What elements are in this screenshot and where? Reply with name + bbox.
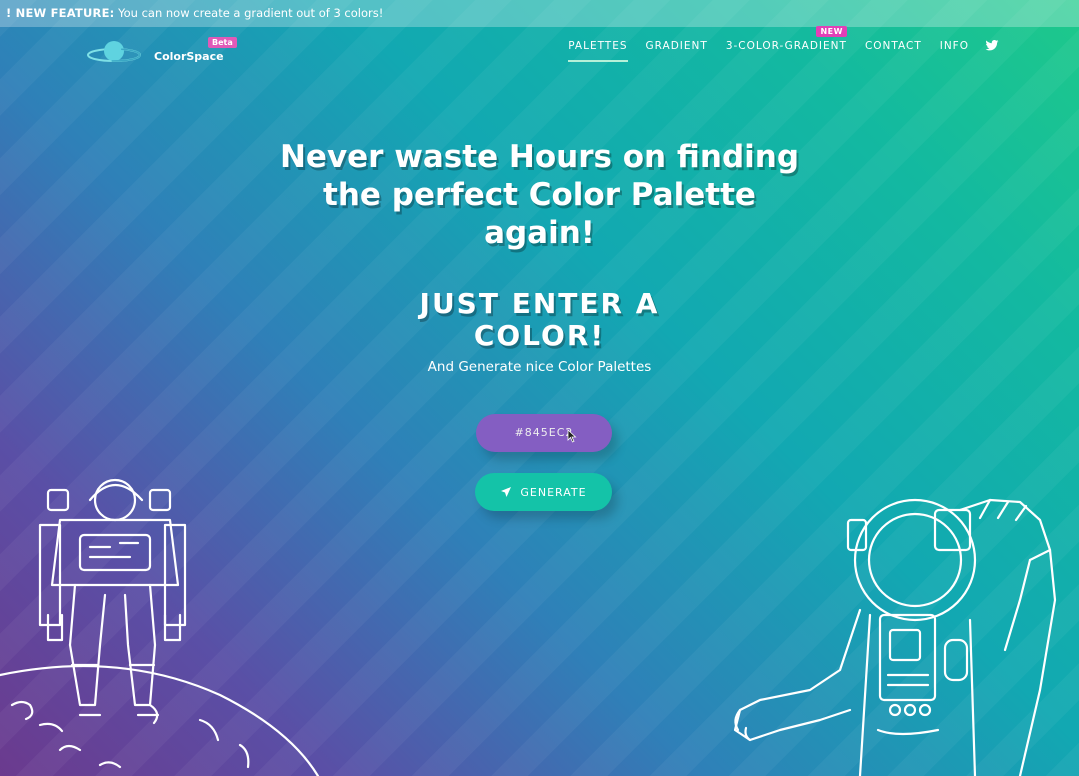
- planet-icon: [87, 41, 141, 62]
- nav-item-label: 3-COLOR-GRADIENT: [725, 40, 847, 52]
- nav-item-3-color-gradient[interactable]: 3-COLOR-GRADIENT NEW: [725, 26, 847, 62]
- banner-text: You can now create a gradient out of 3 c…: [118, 6, 384, 20]
- hero-line: the perfect Color Palette: [323, 177, 756, 213]
- nav-item-palettes[interactable]: PALETTES: [568, 40, 628, 62]
- mouse-cursor-icon: [567, 429, 577, 443]
- generate-label: GENERATE: [520, 485, 587, 499]
- sub-title-line: JUST ENTER A: [419, 287, 660, 320]
- banner-label: ! NEW FEATURE:: [6, 6, 115, 20]
- page: ! NEW FEATURE: You can now create a grad…: [0, 0, 1079, 776]
- nav-item-info[interactable]: INFO: [940, 40, 969, 62]
- hero-line: Never waste Hours on finding: [279, 139, 800, 175]
- astronaut-waving-illustration: [733, 498, 1057, 776]
- beta-badge: Beta: [208, 37, 237, 48]
- brand-logo[interactable]: ColorSpace Beta: [86, 35, 246, 71]
- brand-name: ColorSpace: [154, 50, 224, 63]
- rocket-icon: [501, 487, 512, 497]
- nav-menu: PALETTES GRADIENT 3-COLOR-GRADIENT NEW C…: [568, 26, 969, 62]
- hero-line: again!: [484, 215, 595, 251]
- feature-banner: ! NEW FEATURE: You can now create a grad…: [0, 0, 1079, 27]
- navbar: ColorSpace Beta PALETTES GRADIENT 3-COLO…: [0, 26, 1079, 72]
- new-badge: NEW: [816, 26, 847, 37]
- astronaut-on-planet-illustration: [0, 478, 320, 776]
- sub-title-line: COLOR!: [473, 319, 606, 352]
- color-input[interactable]: #845EC2: [476, 414, 612, 452]
- nav-item-contact[interactable]: CONTACT: [865, 40, 922, 62]
- twitter-icon[interactable]: [985, 38, 999, 52]
- tagline: And Generate nice Color Palettes: [427, 359, 652, 375]
- hero-title: Never waste Hours on finding the perfect…: [0, 138, 1079, 252]
- nav-item-gradient[interactable]: GRADIENT: [646, 40, 708, 62]
- generate-button[interactable]: GENERATE: [475, 473, 612, 511]
- sub-title: JUST ENTER A COLOR!: [0, 288, 1079, 352]
